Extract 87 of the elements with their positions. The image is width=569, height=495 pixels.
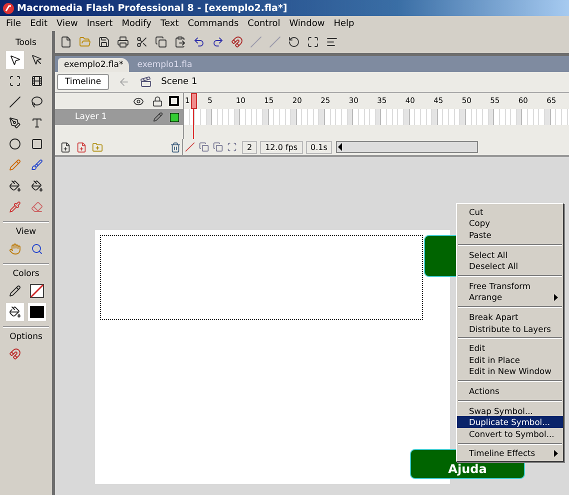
align-icon[interactable]: [326, 36, 338, 48]
bucket-icon[interactable]: [9, 180, 21, 192]
menu-option[interactable]: Edit in Place: [457, 354, 563, 366]
save-icon[interactable]: [98, 36, 110, 48]
menu-option[interactable]: Swap Symbol...: [457, 404, 563, 416]
menu-item[interactable]: Commands: [188, 18, 239, 28]
add-folder-icon[interactable]: [92, 142, 102, 152]
pencil-icon[interactable]: [153, 112, 163, 122]
section-title: View: [16, 227, 36, 237]
brush-icon[interactable]: [31, 159, 43, 171]
pointer-icon[interactable]: [31, 54, 43, 66]
eyedropper-icon[interactable]: [9, 201, 21, 213]
trash-icon[interactable]: [170, 142, 180, 152]
magnet-icon[interactable]: [231, 36, 243, 48]
fill-color-icon[interactable]: [9, 306, 21, 318]
menu-option[interactable]: Arrange: [457, 292, 563, 304]
scale-icon[interactable]: [307, 36, 319, 48]
timeline-button[interactable]: Timeline: [57, 74, 110, 90]
add-guide-icon[interactable]: [76, 142, 86, 152]
print-icon[interactable]: [117, 36, 129, 48]
redo-icon[interactable]: [212, 36, 224, 48]
text-field-outline[interactable]: [100, 235, 423, 320]
arrow-icon[interactable]: [9, 54, 21, 66]
scene-label[interactable]: Scene 1: [161, 77, 198, 87]
new-file-icon[interactable]: [60, 36, 72, 48]
pencil-icon[interactable]: [9, 159, 21, 171]
frame-rate: 12.0 fps: [260, 140, 303, 154]
menu-option[interactable]: Free Transform: [457, 280, 563, 292]
menu-option[interactable]: Deselect All: [457, 260, 563, 272]
menu-option[interactable]: Paste: [457, 229, 563, 241]
menu-item[interactable]: Control: [248, 18, 280, 28]
menu-item[interactable]: File: [6, 18, 22, 28]
current-frame: 2: [242, 140, 258, 154]
menu-option[interactable]: Convert to Symbol...: [457, 428, 563, 440]
zoom-icon[interactable]: [31, 243, 43, 255]
line-icon[interactable]: [9, 96, 21, 108]
text-icon[interactable]: [31, 117, 43, 129]
section-title: Colors: [12, 269, 40, 279]
fill-swatch-icon[interactable]: [30, 306, 44, 318]
menu-item[interactable]: Insert: [86, 18, 113, 28]
scrollbar[interactable]: [336, 141, 478, 153]
menu-item[interactable]: Help: [334, 18, 354, 28]
menu-item[interactable]: Modify: [122, 18, 152, 28]
layer-color-icon[interactable]: [170, 112, 179, 122]
film-icon[interactable]: [31, 75, 43, 87]
menu-option[interactable]: Copy: [457, 218, 563, 230]
menu-option[interactable]: Edit in New Window: [457, 366, 563, 378]
pen-icon[interactable]: [9, 117, 21, 129]
menu-option[interactable]: Cut: [457, 206, 563, 218]
ink-bottle-icon[interactable]: [31, 180, 43, 192]
menu-item[interactable]: View: [56, 18, 78, 28]
no-color-swatch-icon[interactable]: [30, 284, 44, 298]
scroll-left-icon[interactable]: [337, 143, 344, 151]
app-logo-icon: [3, 2, 14, 14]
menu-option[interactable]: Break Apart: [457, 311, 563, 323]
add-layer-icon[interactable]: [60, 142, 70, 152]
clapperboard-icon[interactable]: [140, 76, 152, 88]
menu-option[interactable]: Duplicate Symbol...: [457, 416, 563, 428]
section-title: Tools: [16, 38, 36, 48]
undo-icon[interactable]: [193, 36, 205, 48]
menu-item[interactable]: Edit: [30, 18, 48, 28]
onion-outline-icon[interactable]: [213, 142, 223, 152]
transform-icon[interactable]: [9, 75, 21, 87]
menu-option[interactable]: Select All: [457, 248, 563, 260]
edit-frames-icon[interactable]: [227, 142, 237, 152]
stroke-color-icon[interactable]: [9, 285, 21, 297]
lasso-icon[interactable]: [31, 96, 43, 108]
menu-option[interactable]: Edit: [457, 342, 563, 354]
lock-icon[interactable]: [152, 96, 162, 106]
onion-skin-icon[interactable]: [199, 142, 209, 152]
menu-item[interactable]: Window: [289, 18, 325, 28]
window-title: Macromedia Flash Professional 8 - [exemplo2.fla*]: [17, 2, 288, 14]
document-tab[interactable]: exemplo2.fla*: [58, 58, 130, 72]
elapsed-time: 0.1s: [306, 140, 332, 154]
circle-icon[interactable]: [9, 138, 21, 150]
rotate-icon[interactable]: [288, 36, 300, 48]
cut-icon[interactable]: [136, 36, 148, 48]
magnet-icon[interactable]: [9, 348, 21, 360]
paste-icon[interactable]: [174, 36, 186, 48]
menu-option[interactable]: Actions: [457, 385, 563, 397]
eye-icon[interactable]: [132, 96, 144, 106]
menu-option[interactable]: Distribute to Layers: [457, 322, 563, 334]
menu-item[interactable]: Text: [160, 18, 179, 28]
section-title: Options: [10, 332, 42, 342]
outline-icon[interactable]: [169, 96, 179, 106]
rectangle-icon[interactable]: [31, 138, 43, 150]
copy-icon[interactable]: [155, 36, 167, 48]
